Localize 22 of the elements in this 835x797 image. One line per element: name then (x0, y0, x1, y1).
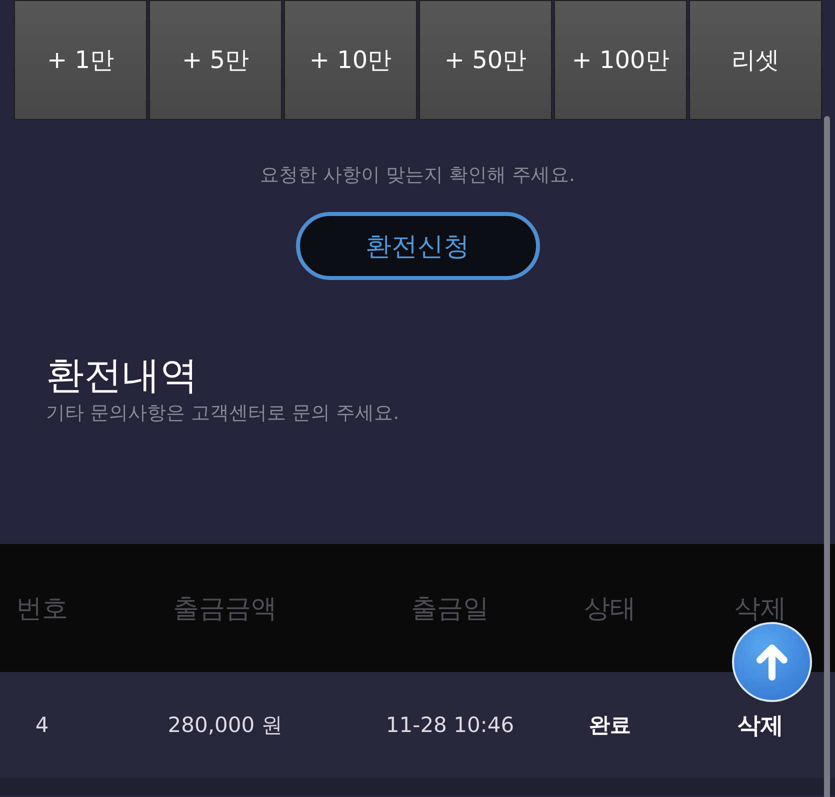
amount-button[interactable]: + 100만 (554, 0, 687, 120)
table-cell-text: 280,000 원 (166, 712, 284, 739)
amount-button[interactable]: 리셋 (689, 0, 822, 120)
column-header: 번호 (15, 592, 69, 626)
amount-button[interactable]: + 50만 (419, 0, 552, 120)
table-cell-text: 11-28 10:46 (384, 713, 516, 737)
amount-button[interactable]: + 1만 (14, 0, 147, 120)
column-header: 출금일 (410, 592, 490, 626)
table-cell-text: 완료 (588, 712, 632, 739)
section-subtitle: 기타 문의사항은 고객센터로 문의 주세요. (46, 401, 400, 426)
column-header: 출금금액 (172, 592, 278, 626)
table-cell-text: 4 (34, 713, 50, 737)
column-header: 상태 (583, 592, 637, 626)
confirm-notice: 요청한 사항이 맞는지 확인해 주세요. (258, 163, 576, 188)
scrollbar[interactable] (824, 116, 830, 797)
delete-link[interactable]: 삭제 (738, 710, 784, 740)
up-arrow-icon (755, 643, 789, 681)
column-header: 삭제 (734, 592, 788, 626)
submit-button[interactable]: 환전신청 (296, 212, 540, 280)
section-title: 환전내역 (46, 352, 199, 398)
amount-button[interactable]: + 10만 (284, 0, 417, 120)
amount-button[interactable]: + 5만 (149, 0, 282, 120)
